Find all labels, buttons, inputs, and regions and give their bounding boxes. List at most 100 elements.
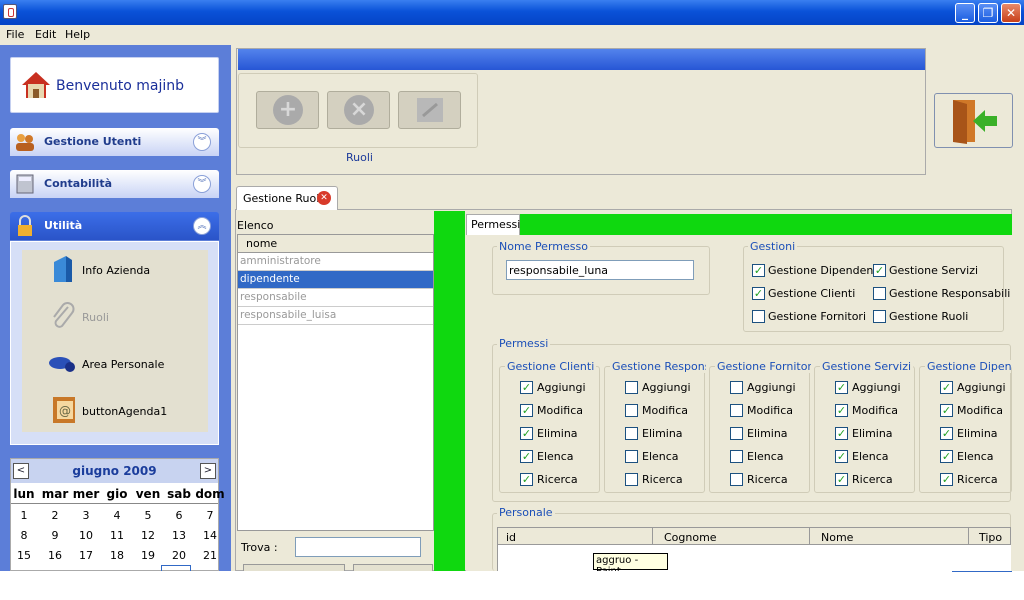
permission-checkbox[interactable] (730, 473, 743, 486)
calendar-day[interactable]: 6 (164, 509, 194, 522)
permission-checkbox[interactable]: ✓ (835, 381, 848, 394)
permission-checkbox[interactable] (625, 404, 638, 417)
permission-checkbox[interactable]: ✓ (940, 404, 953, 417)
exit-button[interactable] (934, 93, 1013, 148)
permission-checkbox-label: Modifica (747, 404, 793, 417)
calendar-day[interactable]: 1 (9, 509, 39, 522)
paperclip-icon (53, 302, 75, 328)
menu-help[interactable]: Help (65, 28, 90, 41)
remove-ruolo-button[interactable]: × (327, 91, 390, 129)
calendar-divider (11, 503, 218, 504)
permission-group-title: Gestione Dipende (925, 360, 1011, 373)
permission-checkbox[interactable]: ✓ (940, 427, 953, 440)
chevron-down-icon[interactable]: ︾ (193, 175, 211, 193)
close-tab-icon[interactable]: ✕ (317, 191, 331, 205)
list-item[interactable]: dipendente (238, 271, 433, 289)
calendar-day[interactable]: 3 (71, 509, 101, 522)
calendar-day[interactable]: 11 (102, 529, 132, 542)
calendar-day[interactable]: 15 (9, 549, 39, 562)
permission-checkbox[interactable]: ✓ (520, 404, 533, 417)
permission-checkbox-label: Modifica (642, 404, 688, 417)
close-button[interactable]: ✕ (1001, 3, 1021, 23)
permission-checkbox[interactable]: ✓ (520, 450, 533, 463)
calendar-day[interactable]: 7 (195, 509, 225, 522)
chevron-down-icon[interactable]: ︾ (193, 133, 211, 151)
gestione-checkbox[interactable]: ✓ (752, 264, 765, 277)
permission-checkbox[interactable]: ✓ (940, 473, 953, 486)
permission-checkbox[interactable] (730, 404, 743, 417)
permission-checkbox[interactable] (625, 473, 638, 486)
permission-checkbox[interactable] (625, 381, 638, 394)
list-button[interactable] (243, 564, 345, 571)
col-id[interactable]: id (506, 531, 516, 544)
maximize-button[interactable]: ❐ (978, 3, 998, 23)
permission-checkbox[interactable]: ✓ (520, 473, 533, 486)
calendar-day[interactable]: 8 (9, 529, 39, 542)
permission-checkbox[interactable]: ✓ (520, 381, 533, 394)
calendar-day[interactable]: 5 (133, 509, 163, 522)
permission-checkbox[interactable]: ✓ (940, 450, 953, 463)
chevron-up-icon[interactable]: ︽ (193, 217, 211, 235)
list-item[interactable]: responsabile (238, 289, 433, 307)
calendar-day[interactable]: 4 (102, 509, 132, 522)
calendar-day[interactable]: 13 (164, 529, 194, 542)
calendar-day[interactable]: 17 (71, 549, 101, 562)
list-item[interactable]: amministratore (238, 253, 433, 271)
next-month-button[interactable]: > (200, 463, 216, 479)
calendar-day[interactable]: 9 (40, 529, 70, 542)
gestione-checkbox[interactable]: ✓ (752, 287, 765, 300)
permission-checkbox[interactable] (625, 427, 638, 440)
trova-input[interactable] (295, 537, 421, 557)
item-ruoli[interactable]: Ruoli (22, 297, 208, 337)
col-tipo[interactable]: Tipo (979, 531, 1002, 544)
minimize-button[interactable]: _ (955, 3, 975, 23)
calendar-day[interactable]: 21 (195, 549, 225, 562)
col-cognome[interactable]: Cognome (664, 531, 717, 544)
permission-checkbox[interactable] (730, 381, 743, 394)
edit-ruolo-button[interactable] (398, 91, 461, 129)
gestione-checkbox[interactable]: ✓ (873, 264, 886, 277)
tab-permessi[interactable]: Permessi (466, 214, 520, 235)
item-label: Info Azienda (82, 264, 151, 277)
calendar-day[interactable]: 14 (195, 529, 225, 542)
item-agenda[interactable]: @ buttonAgenda1 (22, 391, 208, 431)
permission-checkbox[interactable]: ✓ (520, 427, 533, 440)
permission-checkbox[interactable]: ✓ (835, 450, 848, 463)
section-gestione-utenti[interactable]: Gestione Utenti ︾ (10, 128, 219, 156)
gestione-checkbox[interactable] (873, 310, 886, 323)
section-label: Contabilità (44, 177, 113, 190)
permission-checkbox[interactable]: ✓ (835, 473, 848, 486)
gestione-checkbox-label: Gestione Servizi (889, 264, 979, 277)
tab-gestione-ruoli[interactable]: Gestione Ruoli ✕ (236, 186, 338, 210)
calendar-day[interactable]: 12 (133, 529, 163, 542)
gestione-checkbox[interactable] (873, 287, 886, 300)
list-button[interactable] (353, 564, 433, 571)
prev-month-button[interactable]: < (13, 463, 29, 479)
permission-checkbox[interactable] (730, 450, 743, 463)
menu-edit[interactable]: Edit (35, 28, 56, 41)
permission-checkbox[interactable] (730, 427, 743, 440)
col-nome[interactable]: Nome (821, 531, 853, 544)
permission-checkbox[interactable]: ✓ (835, 427, 848, 440)
permission-checkbox-label: Elimina (642, 427, 683, 440)
list-item[interactable]: responsabile_luisa (238, 307, 433, 325)
menu-file[interactable]: File (6, 28, 24, 41)
add-ruolo-button[interactable]: + (256, 91, 319, 129)
nome-permesso-input[interactable]: responsabile_luna (506, 260, 694, 280)
calendar-weekday: mer (72, 487, 100, 501)
gestione-checkbox[interactable] (752, 310, 765, 323)
calendar-day[interactable]: 18 (102, 549, 132, 562)
permission-checkbox[interactable]: ✓ (835, 404, 848, 417)
item-area-personale[interactable]: Area Personale (22, 344, 208, 384)
calendar-day[interactable]: 16 (40, 549, 70, 562)
calendar-day[interactable]: 2 (40, 509, 70, 522)
calendar-day[interactable]: 10 (71, 529, 101, 542)
calendar-day[interactable]: 20 (164, 549, 194, 562)
permission-checkbox-label: Ricerca (537, 473, 578, 486)
permission-checkbox[interactable] (625, 450, 638, 463)
section-contabilita[interactable]: Contabilità ︾ (10, 170, 219, 198)
section-utilita[interactable]: Utilità ︽ (10, 212, 219, 240)
permission-checkbox[interactable]: ✓ (940, 381, 953, 394)
calendar-day[interactable]: 19 (133, 549, 163, 562)
item-info-azienda[interactable]: Info Azienda (22, 250, 208, 290)
